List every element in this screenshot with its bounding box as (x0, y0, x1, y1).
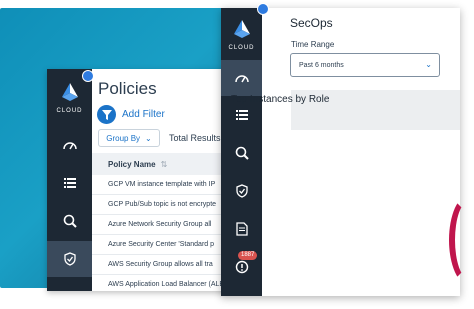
add-filter-button[interactable]: Add Filter (97, 105, 165, 124)
total-results-label: Total Results: (169, 133, 224, 143)
sidebar-item-policies[interactable] (221, 173, 262, 209)
table-row[interactable]: AWS Security Group allows all tra (92, 255, 227, 275)
sidebar-item-dashboard[interactable] (47, 127, 92, 163)
cloud-logo[interactable]: CLOUD (47, 83, 92, 114)
shield-check-icon (235, 184, 248, 198)
sort-icon[interactable]: ⇅ (161, 160, 168, 169)
cloud-logo-icon (61, 83, 78, 101)
sidebar-item-policies[interactable] (47, 241, 92, 277)
secops-sidebar: CLOUD 1887 (221, 8, 262, 296)
search-icon (235, 146, 249, 160)
list-icon (235, 110, 248, 120)
expand-sidebar-button[interactable] (257, 3, 269, 15)
alert-count-badge: 1887 (238, 251, 258, 260)
group-by-dropdown[interactable]: Group By ⌄ (98, 129, 160, 147)
filter-icon (97, 105, 116, 124)
add-filter-label: Add Filter (122, 109, 165, 120)
dashboard-gauge-icon (234, 75, 249, 83)
dashboard-gauge-icon (62, 142, 77, 150)
group-by-label: Group By (106, 133, 141, 143)
page-title: Policies (98, 79, 157, 98)
chevron-down-icon: ⌄ (145, 133, 152, 143)
alert-icon (235, 260, 248, 274)
document-icon (235, 222, 248, 236)
page-title: SecOps (290, 16, 333, 30)
table-header-policy-name[interactable]: Policy Name ⇅ (92, 153, 227, 175)
table-row[interactable]: GCP VM instance template with IP (92, 175, 227, 195)
list-icon (63, 178, 76, 188)
table-row[interactable]: GCP Pub/Sub topic is not encrypte (92, 195, 227, 215)
time-range-label: Time Range (291, 40, 335, 49)
cloud-logo-icon (233, 20, 250, 38)
table-row[interactable]: Azure Security Center 'Standard p (92, 235, 227, 255)
sidebar-item-search[interactable] (221, 135, 262, 171)
table-row[interactable]: AWS Application Load Balancer (ALB (92, 275, 227, 291)
policies-window: CLOUD Policies Add Filter Group By ⌄ Tot… (47, 69, 227, 291)
table-row[interactable]: Azure Network Security Group all (92, 215, 227, 235)
column-header-label: Policy Name (108, 159, 156, 169)
logo-text: CLOUD (56, 108, 83, 114)
search-icon (63, 214, 77, 228)
logo-text: CLOUD (228, 45, 255, 51)
sidebar-item-reports[interactable] (221, 211, 262, 247)
sidebar-item-dashboard[interactable] (221, 60, 262, 96)
sidebar-item-search[interactable] (47, 203, 92, 239)
cloud-logo[interactable]: CLOUD (221, 20, 262, 51)
time-range-value: Past 6 months (299, 61, 344, 69)
shield-check-icon (63, 252, 76, 266)
chevron-down-icon: ⌄ (425, 60, 432, 69)
secops-window: CLOUD 1887 SecOps Time Range Past 6 mont… (221, 8, 460, 296)
expand-sidebar-button[interactable] (82, 70, 94, 82)
policies-sidebar: CLOUD (47, 69, 92, 291)
panel-title: Top Instances by Role (231, 94, 330, 105)
sidebar-item-list[interactable] (47, 165, 92, 201)
time-range-select[interactable]: Past 6 months ⌄ (290, 53, 440, 77)
